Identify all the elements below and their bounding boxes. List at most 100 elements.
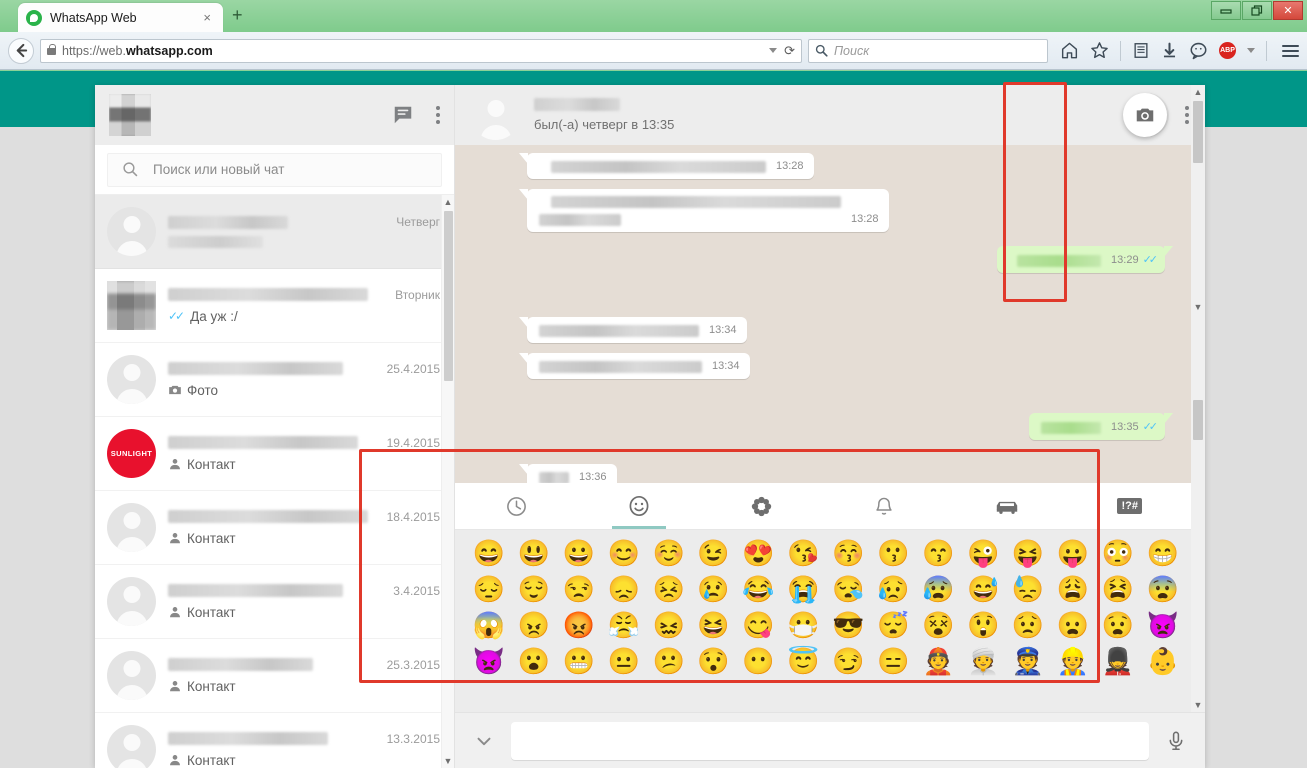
sidebar-scrollbar[interactable]: ▲ ▼ xyxy=(441,195,454,768)
sidebar-scroll-thumb[interactable] xyxy=(444,211,453,381)
emoji-cell[interactable]: 👲 xyxy=(918,644,958,678)
emoji-cell[interactable]: 😛 xyxy=(1053,536,1093,570)
emoji-scroll-up-icon[interactable]: ▲ xyxy=(1191,85,1205,99)
emoji-cell[interactable]: 😤 xyxy=(604,608,644,642)
message-bubble[interactable]: 13:28 xyxy=(519,153,814,179)
chat-list-item[interactable]: SUNLIGHT 19.4.2015 Контакт xyxy=(95,417,454,491)
hamburger-icon[interactable] xyxy=(1278,44,1299,57)
emoji-cell[interactable]: 😮 xyxy=(514,644,554,678)
tab-nature[interactable] xyxy=(700,483,823,529)
messages-scroll-down-icon[interactable]: ▼ xyxy=(1191,698,1205,712)
message-bubble[interactable]: 13:29 ✓✓ xyxy=(997,246,1173,273)
scroll-down-arrow-icon[interactable]: ▼ xyxy=(442,754,454,768)
chat-list-item[interactable]: 18.4.2015 Контакт xyxy=(95,491,454,565)
emoji-cell[interactable]: 😉 xyxy=(694,536,734,570)
emoji-cell[interactable]: 😲 xyxy=(963,608,1003,642)
reload-icon[interactable]: ⟳ xyxy=(784,43,795,59)
chat-list-item[interactable]: 13.3.2015 Контакт xyxy=(95,713,454,768)
emoji-cell[interactable]: 😯 xyxy=(694,644,734,678)
emoji-cell[interactable]: 😃 xyxy=(514,536,554,570)
emoji-scroll-thumb[interactable] xyxy=(1193,101,1203,163)
emoji-cell[interactable]: 😬 xyxy=(559,644,599,678)
emoji-cell[interactable]: 💂 xyxy=(1098,644,1138,678)
search-input[interactable]: Поиск или новый чат xyxy=(107,152,442,187)
emoji-cell[interactable]: 😐 xyxy=(604,644,644,678)
emoji-cell[interactable]: 😵 xyxy=(918,608,958,642)
adblock-caret-icon[interactable] xyxy=(1247,48,1255,53)
emoji-cell[interactable]: 👮 xyxy=(1008,644,1048,678)
emoji-cell[interactable]: 😡 xyxy=(559,608,599,642)
sidebar-menu-icon[interactable] xyxy=(436,106,440,124)
tab-symbols[interactable]: !?# xyxy=(1068,483,1191,529)
emoji-cell[interactable]: 👿 xyxy=(1143,608,1183,642)
emoji-cell[interactable]: ☺️ xyxy=(649,536,689,570)
tab-close-icon[interactable]: × xyxy=(199,10,215,25)
emoji-cell[interactable]: 😨 xyxy=(1143,572,1183,606)
emoji-cell[interactable]: 😎 xyxy=(828,608,868,642)
emoji-cell[interactable]: 😄 xyxy=(469,536,509,570)
new-tab-button[interactable]: + xyxy=(232,6,243,24)
message-in[interactable]: 13:28 xyxy=(519,189,996,232)
emoji-cell[interactable]: 😠 xyxy=(514,608,554,642)
emoji-cell[interactable]: 😅 xyxy=(963,572,1003,606)
message-bubble[interactable]: 13:34 xyxy=(519,317,747,343)
tab-recent[interactable] xyxy=(455,483,578,529)
message-in[interactable]: 13:28 xyxy=(519,153,996,179)
adblock-plus-icon[interactable]: ABP xyxy=(1219,42,1236,59)
emoji-cell[interactable]: 😢 xyxy=(694,572,734,606)
emoji-cell[interactable]: 😕 xyxy=(649,644,689,678)
emoji-cell[interactable]: 😱 xyxy=(469,608,509,642)
chat-list-item[interactable]: Вторник ✓✓ Да уж :/ xyxy=(95,269,454,343)
emoji-cell[interactable]: 👳 xyxy=(963,644,1003,678)
window-minimize-button[interactable] xyxy=(1211,1,1241,20)
tab-smileys[interactable] xyxy=(578,483,701,529)
browser-tab-whatsapp[interactable]: WhatsApp Web × xyxy=(18,3,223,32)
tab-travel[interactable] xyxy=(946,483,1069,529)
emoji-cell[interactable]: 😝 xyxy=(1008,536,1048,570)
emoji-cell[interactable]: 😘 xyxy=(783,536,823,570)
attach-camera-option[interactable] xyxy=(1123,93,1167,137)
chat-list-item[interactable]: 3.4.2015 Контакт xyxy=(95,565,454,639)
emoji-cell[interactable]: 😖 xyxy=(649,608,689,642)
emoji-cell[interactable]: 😒 xyxy=(559,572,599,606)
emoji-cell[interactable]: 😧 xyxy=(1098,608,1138,642)
chat-list-item[interactable]: 25.4.2015 Фото xyxy=(95,343,454,417)
microphone-icon[interactable] xyxy=(1165,730,1187,752)
emoji-cell[interactable]: 👿 xyxy=(469,644,509,678)
window-restore-button[interactable] xyxy=(1242,1,1272,20)
emoji-cell[interactable]: 😁 xyxy=(1143,536,1183,570)
browser-search-box[interactable]: Поиск xyxy=(808,38,1048,63)
message-in[interactable]: 13:34 xyxy=(519,353,996,379)
emoji-cell[interactable]: 😌 xyxy=(514,572,554,606)
emoji-scroll-down-icon[interactable]: ▼ xyxy=(1191,300,1205,314)
star-icon[interactable] xyxy=(1090,41,1109,60)
emoji-cell[interactable]: 😞 xyxy=(604,572,644,606)
emoji-cell[interactable]: 😆 xyxy=(694,608,734,642)
emoji-cell[interactable]: 😳 xyxy=(1098,536,1138,570)
messages-scroll-thumb[interactable] xyxy=(1193,400,1203,440)
emoji-cell[interactable]: 😩 xyxy=(1053,572,1093,606)
home-icon[interactable] xyxy=(1060,41,1079,60)
back-button[interactable] xyxy=(8,37,34,64)
emoji-cell[interactable]: 😓 xyxy=(1008,572,1048,606)
emoji-cell[interactable]: 😀 xyxy=(559,536,599,570)
message-in[interactable]: 13:34 xyxy=(519,317,996,343)
emoji-cell[interactable]: 😦 xyxy=(1053,608,1093,642)
emoji-cell[interactable]: 😜 xyxy=(963,536,1003,570)
emoji-scrollbar[interactable]: ▲ ▼ xyxy=(1191,85,1205,314)
emoji-cell[interactable]: 😍 xyxy=(739,536,779,570)
emoji-cell[interactable]: 😚 xyxy=(828,536,868,570)
chat-list-item[interactable]: Четверг xyxy=(95,195,454,269)
message-out[interactable]: 13:29 ✓✓ xyxy=(710,246,1179,273)
emoji-cell[interactable]: 😷 xyxy=(783,608,823,642)
chat-menu-icon[interactable] xyxy=(1185,106,1189,124)
library-icon[interactable] xyxy=(1132,41,1150,60)
message-bubble[interactable]: 13:34 xyxy=(519,353,750,379)
emoji-cell[interactable]: 😥 xyxy=(873,572,913,606)
message-input[interactable] xyxy=(511,721,1149,760)
emoji-cell[interactable]: 😇 xyxy=(783,644,823,678)
my-profile-avatar[interactable] xyxy=(109,94,151,136)
emoji-cell[interactable]: 😟 xyxy=(1008,608,1048,642)
emoji-cell[interactable]: 😙 xyxy=(918,536,958,570)
emoji-cell[interactable]: 😔 xyxy=(469,572,509,606)
